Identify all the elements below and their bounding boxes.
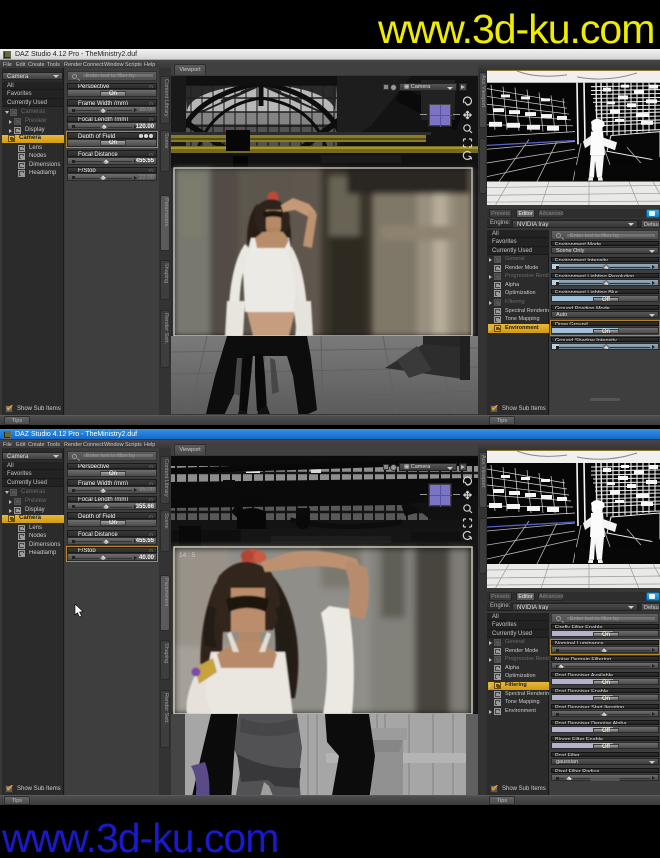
svg-text:14 : 5: 14 : 5	[179, 552, 196, 559]
